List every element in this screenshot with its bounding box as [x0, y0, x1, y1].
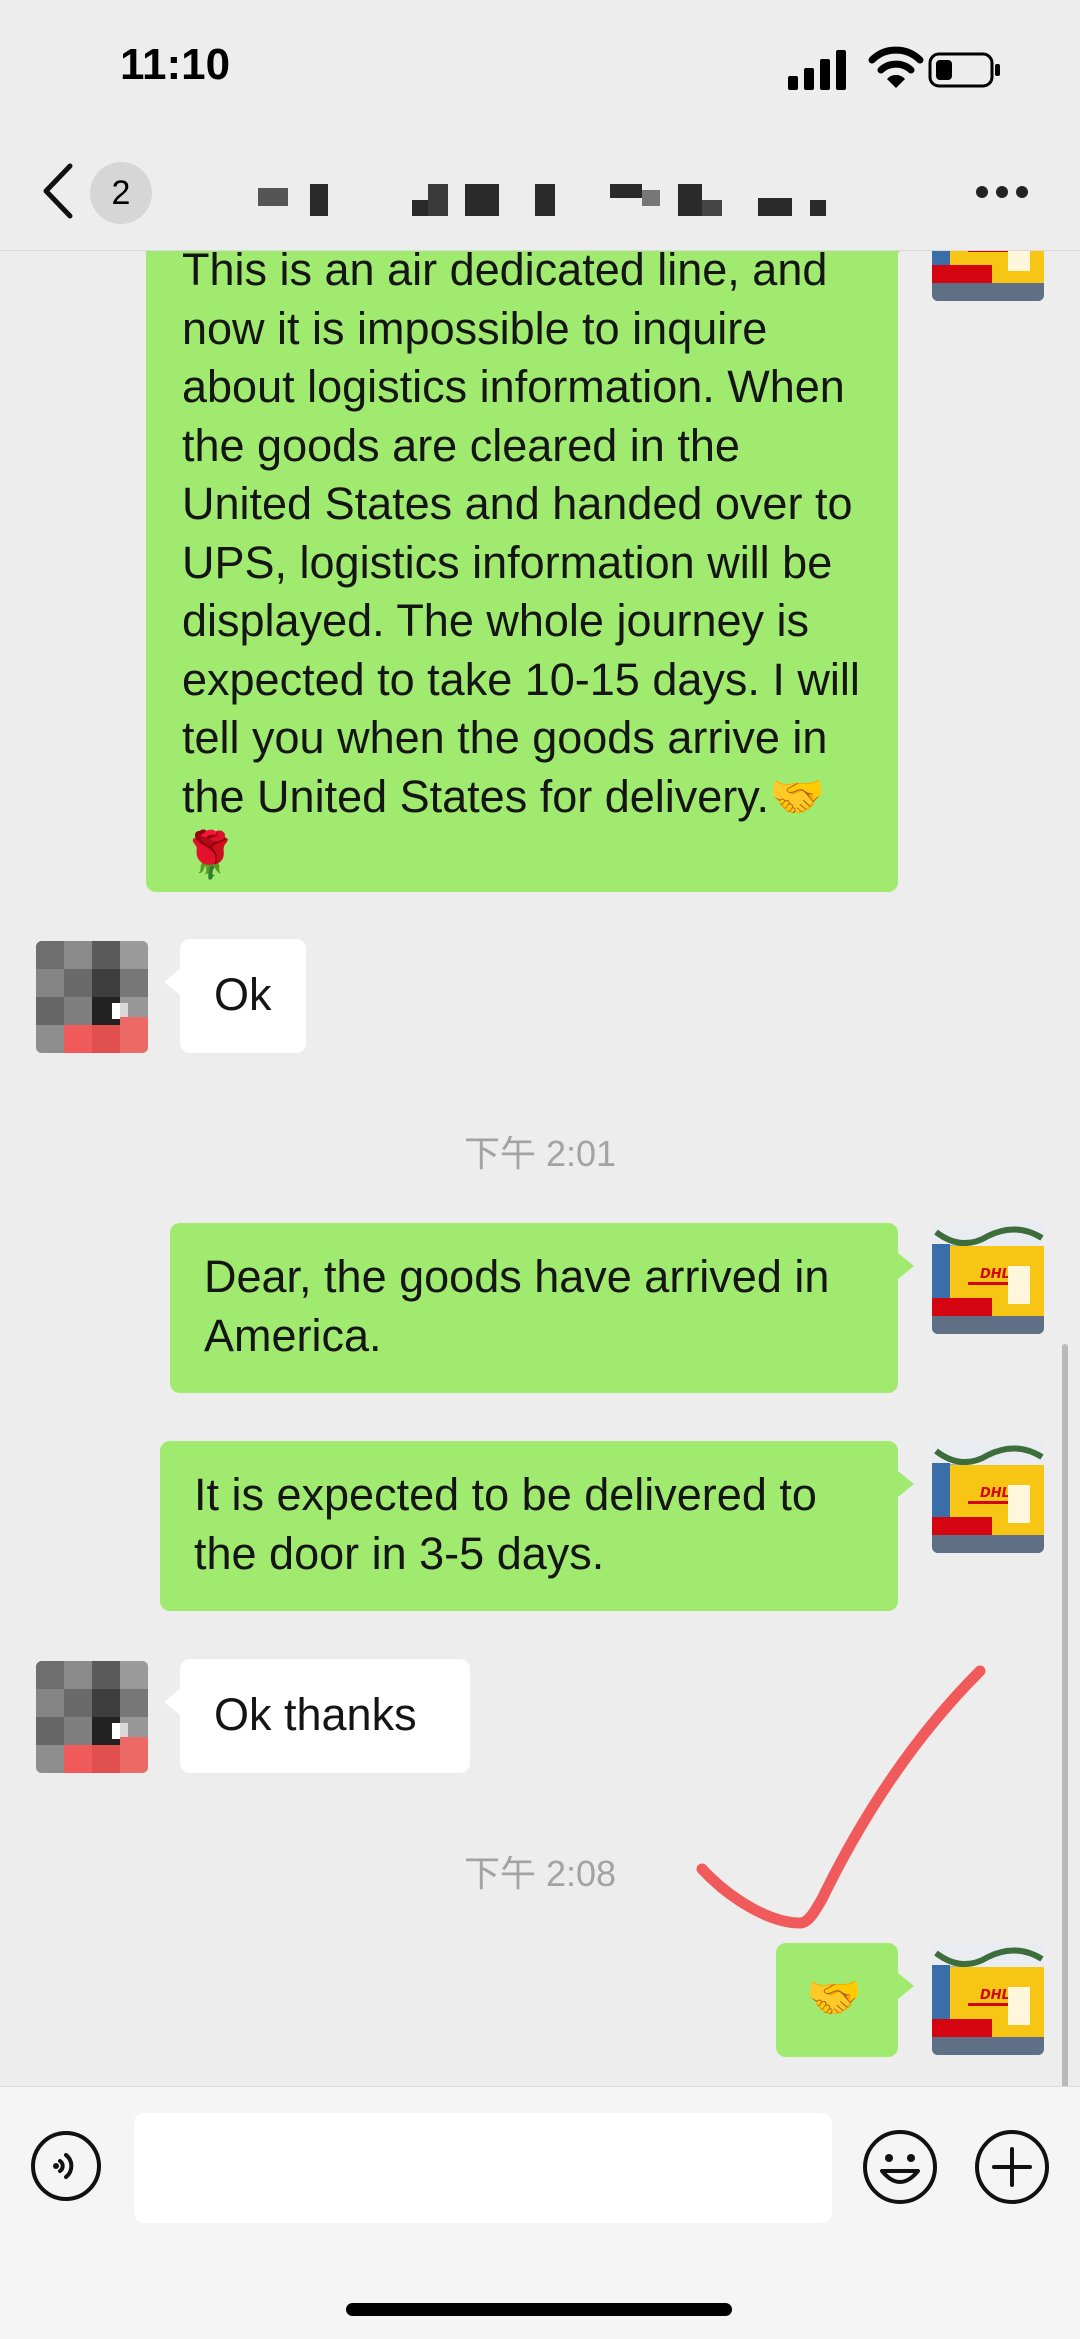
- my-message-bubble[interactable]: Dear, the goods have arrived in America.: [170, 1223, 914, 1393]
- svg-text:DHL: DHL: [980, 1267, 1010, 1282]
- dhl-office-avatar[interactable]: DHL: [932, 251, 1044, 301]
- message-text: It is expected to be delivered to the do…: [194, 1469, 817, 1579]
- more-dots-icon[interactable]: [976, 186, 1028, 200]
- my-message-bubble[interactable]: 🤝: [776, 1943, 914, 2057]
- my-message-bubble[interactable]: This is an air dedicated line, and now i…: [146, 251, 914, 892]
- svg-text:DHL: DHL: [980, 1988, 1010, 2003]
- message-text: Ok: [214, 969, 272, 1020]
- pixelated-avatar[interactable]: [36, 1661, 148, 1773]
- battery-icon: [928, 52, 1000, 88]
- dhl-office-avatar[interactable]: DHL: [932, 1943, 1044, 2055]
- message-text: This is an air dedicated line, and now i…: [182, 251, 860, 880]
- dhl-office-avatar[interactable]: DHL: [932, 1222, 1044, 1334]
- their-message-bubble[interactable]: Ok: [164, 939, 306, 1053]
- message-text: Ok thanks: [214, 1689, 417, 1740]
- contact-name-redacted: [250, 180, 840, 220]
- red-checkmark-annotation: [696, 1665, 986, 1929]
- chat-messages[interactable]: This is an air dedicated line, and now i…: [0, 251, 1080, 2086]
- plus-icon[interactable]: [974, 2129, 1050, 2205]
- scrollbar[interactable]: [1062, 1344, 1068, 2086]
- timestamp: 下午 2:01: [463, 1133, 617, 1174]
- emoji-icon[interactable]: [862, 2129, 938, 2205]
- status-bar: 11:10: [0, 0, 1080, 130]
- timestamp: 下午 2:08: [463, 1853, 617, 1894]
- message-text: Dear, the goods have arrived in America.: [204, 1251, 830, 1361]
- svg-text:DHL: DHL: [980, 1486, 1010, 1501]
- message-text: 🤝: [806, 1971, 863, 2024]
- their-message-bubble[interactable]: Ok thanks: [164, 1659, 470, 1773]
- voice-icon[interactable]: [30, 2130, 102, 2202]
- input-bar: [0, 2086, 1080, 2339]
- chat-header: 2: [0, 130, 1080, 251]
- message-input[interactable]: [134, 2113, 832, 2223]
- unread-count-badge[interactable]: 2: [90, 162, 152, 224]
- wifi-icon: [868, 46, 924, 88]
- back-chevron-icon[interactable]: [40, 162, 76, 220]
- dhl-office-avatar[interactable]: DHL: [932, 1441, 1044, 1553]
- home-indicator[interactable]: [346, 2303, 732, 2316]
- status-time: 11:10: [120, 40, 231, 89]
- pixelated-avatar[interactable]: [36, 941, 148, 1053]
- my-message-bubble[interactable]: It is expected to be delivered to the do…: [160, 1441, 914, 1611]
- signal-icon: [788, 50, 846, 90]
